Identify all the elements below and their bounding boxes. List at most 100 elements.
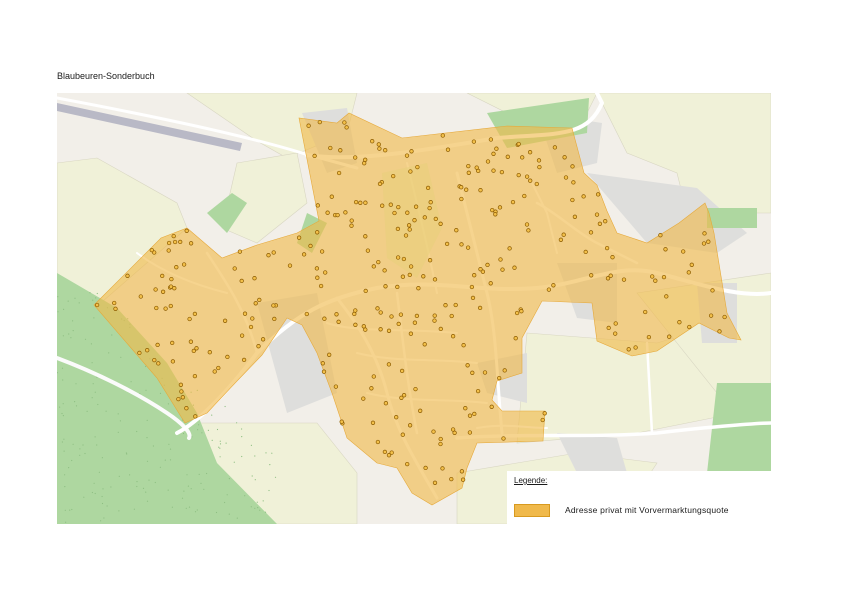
forest-speck (74, 401, 76, 403)
address-dot (514, 310, 520, 316)
address-dot (166, 240, 172, 246)
address-dot (239, 333, 245, 338)
map-canvas[interactable] (57, 93, 771, 524)
legend-item-label: Adresse privat mit Vorvermarktungsquote (565, 505, 729, 515)
address-dot (314, 266, 320, 271)
forest-speck (224, 405, 226, 408)
address-dot (421, 274, 426, 279)
address-dot (613, 331, 618, 336)
address-dot (469, 284, 475, 290)
forest-speck (84, 338, 87, 340)
forest-speck (82, 444, 84, 446)
address-dot (378, 310, 383, 315)
address-dot (472, 273, 477, 278)
address-dot (512, 265, 517, 270)
address-dot (490, 207, 495, 213)
address-dot (180, 395, 185, 400)
forest-speck (145, 365, 147, 368)
address-dot (658, 233, 663, 238)
address-dot (391, 173, 396, 179)
address-dot (395, 226, 401, 232)
address-dot (336, 319, 341, 324)
address-dot (524, 174, 530, 179)
address-dot (445, 147, 451, 152)
address-dot (304, 311, 309, 317)
address-dot (335, 212, 340, 218)
address-dot (329, 194, 334, 199)
address-dot (405, 461, 410, 467)
address-dot (408, 331, 414, 336)
address-dot (222, 318, 228, 323)
address-dot (505, 154, 510, 159)
address-dot (232, 266, 237, 271)
address-dot (365, 248, 371, 253)
forest-speck (86, 410, 88, 412)
map-view[interactable] (57, 93, 771, 524)
address-dot (266, 253, 271, 258)
forest-speck (72, 443, 74, 445)
address-dot (621, 277, 627, 282)
address-dot (412, 218, 417, 223)
address-dot (498, 257, 503, 262)
address-dot (400, 432, 405, 437)
forest-speck (67, 300, 69, 302)
address-dot (172, 239, 178, 245)
address-dot (315, 230, 320, 235)
forest-speck (171, 506, 173, 508)
address-dot (301, 252, 307, 257)
address-dot (416, 286, 421, 291)
forest-speck (71, 459, 73, 462)
address-dot (701, 241, 707, 246)
forest-speck (96, 292, 98, 295)
forest-speck (206, 472, 208, 475)
forest-speck (70, 337, 72, 339)
address-dot (467, 413, 473, 418)
address-dot (361, 324, 366, 329)
forest-speck (219, 447, 221, 449)
address-dot (320, 361, 325, 366)
address-dot (465, 363, 470, 368)
address-dot (318, 283, 324, 289)
address-dot (323, 270, 328, 275)
address-dot (388, 202, 393, 207)
address-dot (328, 145, 333, 151)
forest-speck (63, 308, 65, 310)
address-dot (334, 312, 339, 317)
address-dot (516, 141, 521, 147)
address-dot (459, 469, 465, 474)
address-dot (408, 264, 414, 269)
forest-speck (164, 459, 166, 461)
forest-speck (250, 506, 252, 508)
forest-speck (91, 491, 93, 494)
address-dot (192, 373, 198, 379)
forest-speck (257, 507, 259, 509)
address-dot (378, 327, 383, 332)
address-dot (427, 258, 433, 263)
address-dot (534, 181, 539, 187)
forest-speck (75, 383, 77, 385)
address-dot (485, 159, 491, 164)
address-dot (168, 303, 173, 309)
address-dot (363, 157, 368, 162)
address-dot (138, 294, 143, 299)
forest-speck (167, 403, 169, 405)
address-dot (605, 276, 611, 281)
address-dot (558, 237, 564, 242)
forest-speck (271, 452, 273, 454)
forest-speck (68, 467, 70, 469)
address-dot (405, 210, 410, 215)
forest-speck (224, 501, 226, 504)
address-dot (407, 423, 413, 428)
address-dot (168, 284, 174, 289)
address-dot (633, 345, 638, 350)
address-dot (401, 256, 407, 262)
address-dot (570, 164, 575, 169)
forest-speck (154, 481, 156, 484)
address-dot (546, 287, 552, 292)
address-dot (478, 188, 483, 193)
address-dot (163, 306, 168, 311)
forest-speck (265, 452, 267, 454)
forest-speck (250, 444, 252, 446)
address-dot (401, 393, 407, 398)
address-dot (184, 406, 189, 411)
